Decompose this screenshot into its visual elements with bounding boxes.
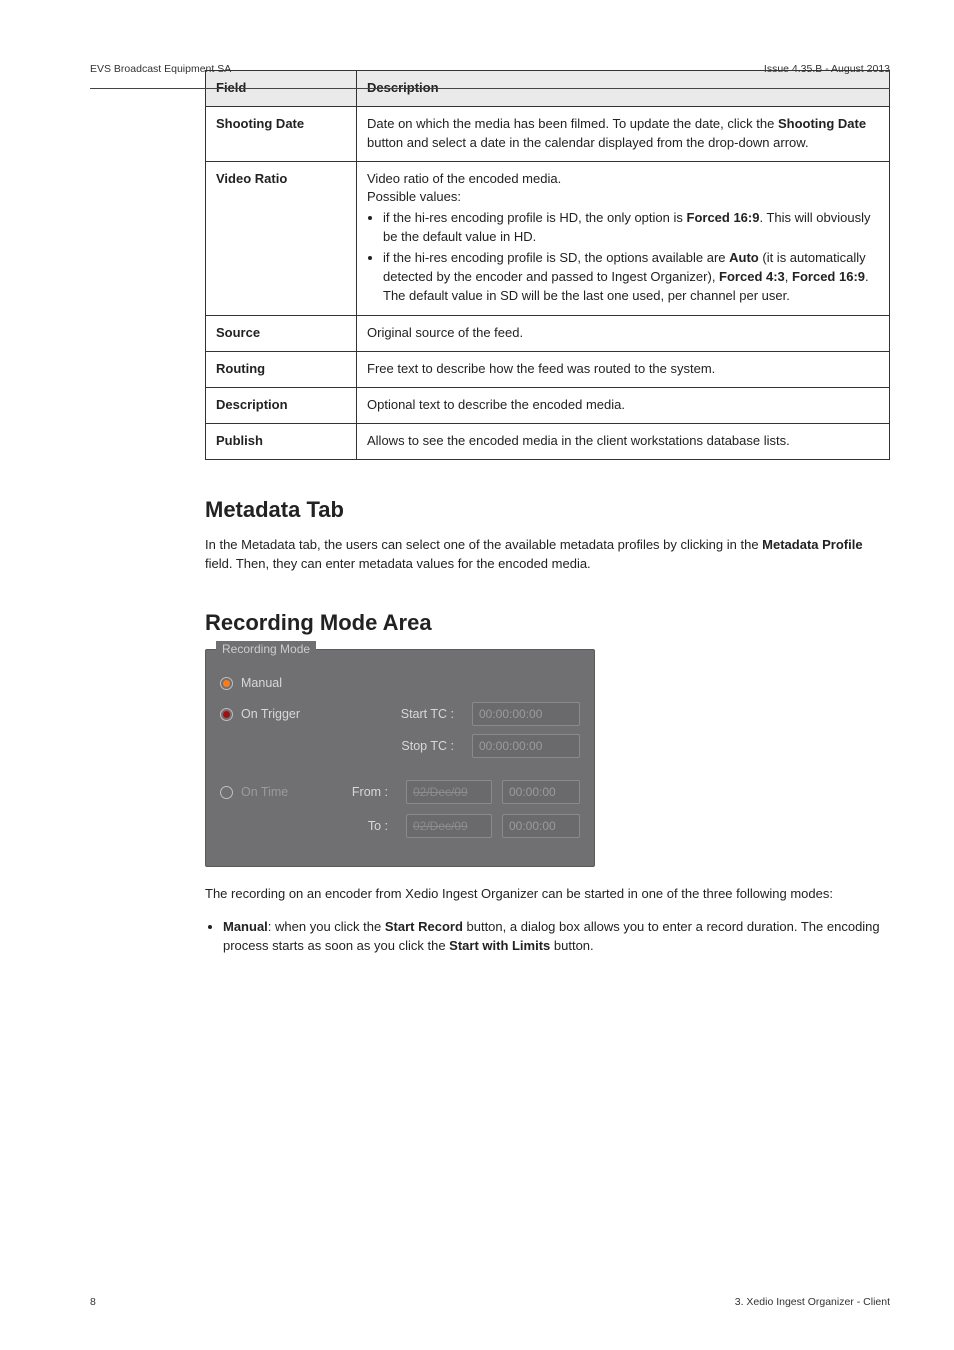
field-publish: Publish [206, 423, 357, 459]
field-routing: Routing [206, 352, 357, 388]
page-number: 8 [90, 1295, 96, 1310]
text: button. [550, 938, 593, 953]
desc-publish: Allows to see the encoded media in the c… [357, 423, 890, 459]
text: if the hi-res encoding profile is SD, th… [383, 250, 729, 265]
table-row: Publish Allows to see the encoded media … [206, 423, 890, 459]
text: : when you click the [268, 919, 385, 934]
to-row: . To : 02/Dec/09 00:00:00 [220, 814, 580, 838]
text-bold: Manual [223, 919, 268, 934]
from-date-input[interactable]: 02/Dec/09 [406, 780, 492, 804]
text: if the hi-res encoding profile is HD, th… [383, 210, 687, 225]
bullet-list: if the hi-res encoding profile is HD, th… [367, 209, 879, 305]
list-item: Manual: when you click the Start Record … [223, 918, 890, 956]
heading-metadata-tab: Metadata Tab [205, 494, 890, 526]
to-tc-input[interactable]: 00:00:00 [502, 814, 580, 838]
desc-source: Original source of the feed. [357, 316, 890, 352]
text: . [865, 269, 869, 284]
table-row: Video Ratio Video ratio of the encoded m… [206, 161, 890, 316]
text-bold: Shooting Date [778, 116, 866, 131]
list-item: if the hi-res encoding profile is SD, th… [383, 249, 879, 306]
running-head-right: Issue 4.35.B - August 2013 [764, 62, 890, 77]
field-source: Source [206, 316, 357, 352]
heading-recording-mode-area: Recording Mode Area [205, 607, 890, 639]
stop-tc-label: Stop TC : [378, 737, 454, 755]
option-trigger-label: On Trigger [241, 705, 319, 723]
table-row: Shooting Date Date on which the media ha… [206, 106, 890, 161]
text-bold: Start Record [385, 919, 463, 934]
desc-description: Optional text to describe the encoded me… [357, 388, 890, 424]
field-description: Description [206, 388, 357, 424]
table-row: Description Optional text to describe th… [206, 388, 890, 424]
stop-tc-row: . Stop TC : 00:00:00:00 [220, 734, 580, 758]
text: field. Then, they can enter metadata val… [205, 556, 591, 571]
text: In the Metadata tab, the users can selec… [205, 537, 762, 552]
desc-video-ratio: Video ratio of the encoded media. Possib… [357, 161, 890, 316]
field-description-table: Field Description Shooting Date Date on … [205, 70, 890, 460]
to-label: To : [340, 817, 388, 835]
to-date-input[interactable]: 02/Dec/09 [406, 814, 492, 838]
desc-routing: Free text to describe how the feed was r… [357, 352, 890, 388]
start-tc-label: Start TC : [378, 705, 454, 723]
from-tc-input[interactable]: 00:00:00 [502, 780, 580, 804]
radio-manual-icon[interactable] [220, 677, 233, 690]
option-manual-label: Manual [241, 674, 319, 692]
text: button and select a date in the calendar… [367, 135, 809, 150]
text-bold: Forced 16:9 [792, 269, 865, 284]
text-bold: Forced 16:9 [687, 210, 760, 225]
option-time-row[interactable]: On Time From : 02/Dec/09 00:00:00 [220, 780, 580, 804]
running-head-left: EVS Broadcast Equipment SA [90, 62, 231, 77]
start-tc-input[interactable]: 00:00:00:00 [472, 702, 580, 726]
field-video-ratio: Video Ratio [206, 161, 357, 316]
text: Date on which the media has been filmed.… [367, 116, 778, 131]
panel-legend: Recording Mode [216, 641, 316, 658]
text-bold: Start with Limits [449, 938, 550, 953]
from-label: From : [340, 783, 388, 801]
radio-time-icon[interactable] [220, 786, 233, 799]
recording-post-paragraph: The recording on an encoder from Xedio I… [205, 885, 890, 904]
text-bold: Forced 4:3 [719, 269, 785, 284]
option-trigger-row[interactable]: On Trigger Start TC : 00:00:00:00 [220, 702, 580, 726]
option-time-label: On Time [241, 783, 319, 801]
table-row: Source Original source of the feed. [206, 316, 890, 352]
footer-section-title: 3. Xedio Ingest Organizer - Client [735, 1295, 890, 1310]
list-item: if the hi-res encoding profile is HD, th… [383, 209, 879, 247]
mode-bullet-list: Manual: when you click the Start Record … [205, 918, 890, 956]
option-manual-row[interactable]: Manual [220, 674, 580, 692]
recording-mode-panel: Recording Mode Manual On Trigger Start T… [205, 649, 595, 867]
field-shooting-date: Shooting Date [206, 106, 357, 161]
text-bold: Auto [729, 250, 759, 265]
text: , [785, 269, 792, 284]
desc-shooting-date: Date on which the media has been filmed.… [357, 106, 890, 161]
text-bold: Metadata Profile [762, 537, 862, 552]
text: The default value in SD will be the last… [383, 287, 879, 306]
stop-tc-input[interactable]: 00:00:00:00 [472, 734, 580, 758]
table-row: Routing Free text to describe how the fe… [206, 352, 890, 388]
metadata-paragraph: In the Metadata tab, the users can selec… [205, 536, 890, 574]
text: Video ratio of the encoded media. [367, 170, 879, 189]
footer: 8 3. Xedio Ingest Organizer - Client [90, 1295, 890, 1310]
header-rule [90, 88, 890, 89]
radio-trigger-icon[interactable] [220, 708, 233, 721]
text: Possible values: [367, 188, 879, 207]
